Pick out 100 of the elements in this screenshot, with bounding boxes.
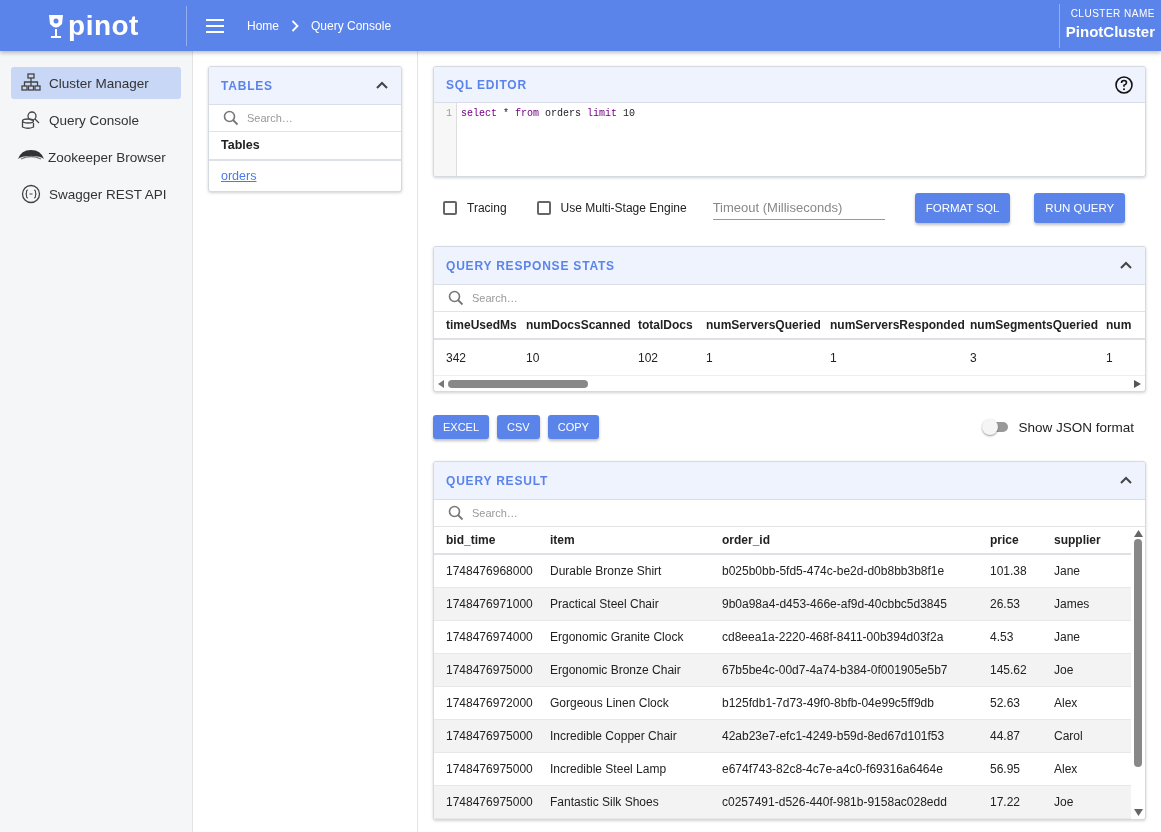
checkbox[interactable]: Use Multi-Stage Engine xyxy=(536,201,687,215)
table-cell: 1 xyxy=(1106,339,1145,375)
code-line: select * from orders limit 10 xyxy=(461,108,636,119)
search-icon xyxy=(223,110,239,126)
column-header: num xyxy=(1106,312,1145,339)
chevron-right-icon xyxy=(291,19,299,32)
toggle-label: Show JSON format xyxy=(1018,419,1134,435)
table-cell: 3 xyxy=(970,339,1106,375)
table-cell: c0257491-d526-440f-981b-9158ac028edd xyxy=(722,785,990,819)
column-header: price xyxy=(990,527,1054,554)
panel-title: QUERY RESPONSE STATS xyxy=(446,258,615,273)
table-cell: b025b0bb-5fd5-474c-be2d-d0b8bb3b8f1e xyxy=(722,554,990,588)
table-cell: 67b5be4c-00d7-4a74-b384-0f001905e5b7 xyxy=(722,653,990,687)
action-button[interactable]: FORMAT SQL xyxy=(914,193,1011,223)
table-cell: Alex xyxy=(1054,686,1131,720)
table-cell: 52.63 xyxy=(990,686,1054,720)
timeout-field[interactable]: Timeout (Milliseconds) xyxy=(712,196,885,220)
collapse-chevron-icon[interactable] xyxy=(1119,260,1133,271)
table-cell: Gorgeous Linen Clock xyxy=(550,686,722,720)
table-cell: 1748476975000 xyxy=(434,785,550,819)
column-header: order_id xyxy=(722,527,990,554)
logo-text: pinot xyxy=(68,9,139,42)
panel-title: TABLES xyxy=(221,78,273,93)
vertical-scrollbar[interactable] xyxy=(1131,527,1145,819)
column-header: numServersQueried xyxy=(706,312,830,339)
export-button[interactable]: COPY xyxy=(547,415,599,439)
table-cell: 1 xyxy=(830,339,970,375)
search-field[interactable]: Search… xyxy=(470,291,1145,305)
collapse-chevron-icon[interactable] xyxy=(375,80,389,91)
table-cell: b125fdb1-7d73-49f0-8bfb-04e99c5ff9db xyxy=(722,686,990,720)
table-cell: 26.53 xyxy=(990,587,1054,621)
table-cell: 1748476971000 xyxy=(434,587,550,621)
column-header: Tables xyxy=(209,132,401,161)
checkbox[interactable]: Tracing xyxy=(443,201,507,215)
table-cell: Incredible Steel Lamp xyxy=(550,752,722,786)
breadcrumb-link[interactable]: Query Console xyxy=(311,18,392,33)
code-editor[interactable]: 1 select * from orders limit 10 xyxy=(434,103,1145,176)
table-cell: Joe xyxy=(1054,785,1131,819)
table-cell: Ergonomic Granite Clock xyxy=(550,620,722,654)
table-cell: Ergonomic Bronze Chair xyxy=(550,653,722,687)
table-cell: 1748476972000 xyxy=(434,686,550,720)
column-header: numSegmentsQueried xyxy=(970,312,1106,339)
cluster-label: CLUSTER NAME xyxy=(1069,7,1155,19)
table-cell: 1748476975000 xyxy=(434,719,550,753)
search-field[interactable]: Search… xyxy=(245,111,401,125)
help-icon[interactable] xyxy=(1115,75,1133,94)
table-cell: 10 xyxy=(526,339,638,375)
search-icon xyxy=(448,505,464,521)
table-cell: Fantastic Silk Shoes xyxy=(550,785,722,819)
column-header: supplier xyxy=(1054,527,1131,554)
scroll-up-icon xyxy=(1133,530,1143,537)
scroll-right-icon xyxy=(1134,379,1141,388)
column-header: item xyxy=(550,527,722,554)
column-header: timeUsedMs xyxy=(434,312,526,339)
horizontal-scrollbar[interactable] xyxy=(434,375,1145,391)
table-cell: 1 xyxy=(706,339,830,375)
table-cell: Carol xyxy=(1054,719,1131,753)
table-cell: Joe xyxy=(1054,653,1131,687)
table-cell: Incredible Copper Chair xyxy=(550,719,722,753)
table-cell: e674f743-82c8-4c7e-a4c0-f69316a6464e xyxy=(722,752,990,786)
sidebar-item[interactable]: Swagger REST API xyxy=(11,178,181,210)
export-button[interactable]: EXCEL xyxy=(433,415,490,439)
table-cell: Jane xyxy=(1054,620,1131,654)
search-icon xyxy=(448,290,464,306)
table-cell: 102 xyxy=(638,339,706,375)
column-header: numDocsScanned xyxy=(526,312,638,339)
table-link[interactable]: orders xyxy=(221,169,257,183)
search-field[interactable]: Search… xyxy=(470,506,1145,520)
table-cell: 17.22 xyxy=(990,785,1054,819)
breadcrumb-link[interactable]: Home xyxy=(247,18,279,33)
table-cell: 1748476975000 xyxy=(434,752,550,786)
table-cell: 42ab23e7-efc1-4249-b59d-8ed67d101f53 xyxy=(722,719,990,753)
table-cell: 44.87 xyxy=(990,719,1054,753)
table-cell: 4.53 xyxy=(990,620,1054,654)
table-cell: 1748476968000 xyxy=(434,554,550,588)
table-cell: 1748476974000 xyxy=(434,620,550,654)
table-cell: 56.95 xyxy=(990,752,1054,786)
table-cell: Alex xyxy=(1054,752,1131,786)
column-header: bid_time xyxy=(434,527,550,554)
table-cell: 101.38 xyxy=(990,554,1054,588)
column-header: totalDocs xyxy=(638,312,706,339)
table-cell: 342 xyxy=(434,339,526,375)
collapse-chevron-icon[interactable] xyxy=(1119,475,1133,486)
column-header: numServersResponded xyxy=(830,312,970,339)
sidebar-item[interactable]: Zookeeper Browser xyxy=(11,141,181,173)
table-cell: 9b0a98a4-d453-466e-af9d-40cbbc5d3845 xyxy=(722,587,990,621)
database-search-icon xyxy=(21,110,41,130)
scroll-thumb[interactable] xyxy=(1134,539,1142,767)
cluster-name: PinotCluster xyxy=(1065,22,1155,40)
table-cell: James xyxy=(1054,587,1131,621)
action-button[interactable]: RUN QUERY xyxy=(1034,193,1126,223)
export-button[interactable]: CSV xyxy=(497,415,540,439)
table-cell: Jane xyxy=(1054,554,1131,588)
menu-icon[interactable] xyxy=(206,18,224,33)
sidebar-item[interactable]: Cluster Manager xyxy=(11,67,181,99)
scroll-thumb[interactable] xyxy=(448,379,588,388)
table-cell: 1748476975000 xyxy=(434,653,550,687)
sidebar-item[interactable]: Query Console xyxy=(11,104,181,136)
panel-title: SQL EDITOR xyxy=(446,77,527,92)
table-cell: 145.62 xyxy=(990,653,1054,687)
